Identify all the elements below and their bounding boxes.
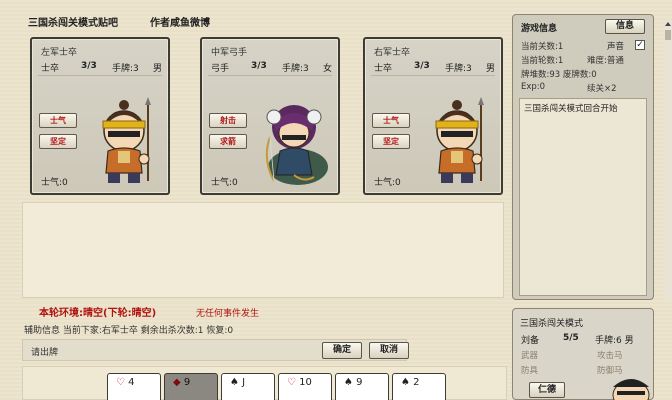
player-name: 刘备 (521, 336, 540, 346)
enemy-card-left[interactable]: 左军士卒 士卒 3/3 手牌:3 男 士气 坚定 士气:0 (30, 37, 170, 195)
enemy-gender: 女 (323, 64, 333, 74)
enemy-name: 左军士卒 (41, 48, 78, 58)
environment-status: 本轮环境:晴空(下轮:晴空) (39, 308, 157, 319)
skill-steadfast-button[interactable]: 坚定 (372, 134, 410, 149)
enemy-hand-count: 手牌:3 (112, 64, 139, 74)
spade-icon: ♠ (344, 377, 353, 388)
hand-card[interactable]: ♠ 2 (392, 373, 446, 400)
heart-icon: ♡ (287, 377, 296, 388)
card-rank: 10 (299, 377, 312, 388)
enemy-role: 士卒 (374, 64, 393, 74)
weapon-slot[interactable]: 武器 (521, 349, 538, 361)
spade-icon: ♠ (230, 377, 239, 388)
player-panel-title: 三国杀闯关模式 (520, 319, 584, 329)
skill-seek-arrow-button[interactable]: 求箭 (209, 134, 247, 149)
enemy-hand-count: 手牌:3 (282, 64, 309, 74)
hand-card[interactable]: ♡ 10 (278, 373, 332, 400)
forum-title[interactable]: 三国杀闯关模式贴吧 (28, 14, 118, 29)
enemy-hp: 3/3 (414, 61, 430, 71)
discard-table-area (22, 202, 504, 298)
hand-card[interactable]: ♠ 9 (335, 373, 389, 400)
player-hand-count: 手牌:6 男 (595, 336, 634, 346)
top-bar: 三国杀闯关模式贴吧 作者咸鱼微博 (0, 0, 510, 30)
enemy-card-right[interactable]: 右军士卒 士卒 3/3 手牌:3 男 士气 坚定 士气:0 (363, 37, 503, 195)
spade-icon: ♠ (401, 377, 410, 388)
confirm-button[interactable]: 确定 (322, 342, 362, 359)
card-rank: 2 (413, 377, 420, 388)
enemy-hp: 3/3 (251, 61, 267, 71)
soldier-avatar (435, 97, 484, 183)
card-rank: J (242, 377, 246, 388)
enemy-morale: 士气:0 (374, 178, 401, 188)
hand-card[interactable]: ♡ 4 (107, 373, 161, 400)
armor-slot[interactable]: 防具 (521, 364, 538, 376)
enemy-gender: 男 (153, 64, 163, 74)
card-rank: 9 (356, 377, 363, 388)
auxiliary-info: 辅助信息 当前下家:右军士卒 剩余出杀次数:1 恢复:0 (24, 326, 234, 336)
enemy-gender: 男 (486, 64, 496, 74)
exp-value: Exp:0 (521, 82, 546, 92)
diamond-icon: ◆ (173, 377, 181, 388)
player-hp: 5/5 (563, 333, 579, 343)
cancel-button[interactable]: 取消 (369, 342, 409, 359)
enemy-name: 右军士卒 (374, 48, 411, 58)
game-info-panel: 游戏信息 信息 当前关数:1 声音 ✓ 当前轮数:1 难度:普通 牌堆数:93 … (512, 14, 654, 300)
enemy-card-center[interactable]: 中军弓手 弓手 3/3 手牌:3 女 射击 求箭 士气:0 (200, 37, 340, 195)
card-rank: 9 (183, 377, 191, 388)
enemy-role: 弓手 (211, 64, 230, 74)
soldier-avatar (102, 97, 151, 183)
divider (38, 75, 162, 76)
info-button[interactable]: 信息 (605, 19, 645, 34)
event-status: 无任何事件发生 (196, 309, 260, 319)
prompt-bar: 请出牌 确定 取消 (22, 339, 409, 361)
current-level: 当前关数:1 (521, 42, 564, 52)
game-log[interactable]: 三国杀闯关模式回合开始 (519, 98, 647, 296)
deck-count: 牌堆数:93 废牌数:0 (521, 70, 597, 80)
current-round: 当前轮数:1 (521, 56, 564, 66)
enemy-morale: 士气:0 (41, 178, 68, 188)
attack-horse-slot[interactable]: 攻击马 (597, 349, 623, 361)
divider (371, 75, 495, 76)
enemy-name: 中军弓手 (211, 48, 248, 58)
divider (208, 75, 332, 76)
player-panel: 三国杀闯关模式 刘备 5/5 手牌:6 男 武器 攻击马 防具 防御马 仁德 (512, 308, 654, 400)
card-rank: 4 (128, 377, 135, 388)
skill-morale-button[interactable]: 士气 (39, 113, 77, 128)
enemy-hp: 3/3 (81, 61, 97, 71)
log-entry: 三国杀闯关模式回合开始 (524, 104, 618, 114)
skill-shoot-button[interactable]: 射击 (209, 113, 247, 128)
enemy-morale: 士气:0 (211, 178, 238, 188)
sound-checkbox[interactable]: ✓ (635, 40, 645, 50)
hand-card[interactable]: ♠ J (221, 373, 275, 400)
heart-icon: ♡ (116, 377, 125, 388)
liubei-avatar (612, 379, 650, 400)
prompt-text: 请出牌 (31, 348, 59, 358)
sound-label: 声音 (607, 42, 625, 52)
difficulty: 难度:普通 (587, 56, 624, 66)
skill-morale-button[interactable]: 士气 (372, 113, 410, 128)
enemy-role: 士卒 (41, 64, 60, 74)
game-info-header: 游戏信息 (521, 24, 558, 34)
archer-avatar (265, 105, 328, 185)
author-link[interactable]: 作者咸鱼微博 (150, 14, 210, 29)
skill-steadfast-button[interactable]: 坚定 (39, 134, 77, 149)
log-scrollbar[interactable] (664, 20, 672, 300)
hand-card-selected[interactable]: ◆ 9 (164, 373, 218, 400)
enemy-hand-count: 手牌:3 (445, 64, 472, 74)
skill-benevolence-button[interactable]: 仁德 (529, 382, 565, 398)
continue-count: 续关×2 (587, 84, 617, 94)
